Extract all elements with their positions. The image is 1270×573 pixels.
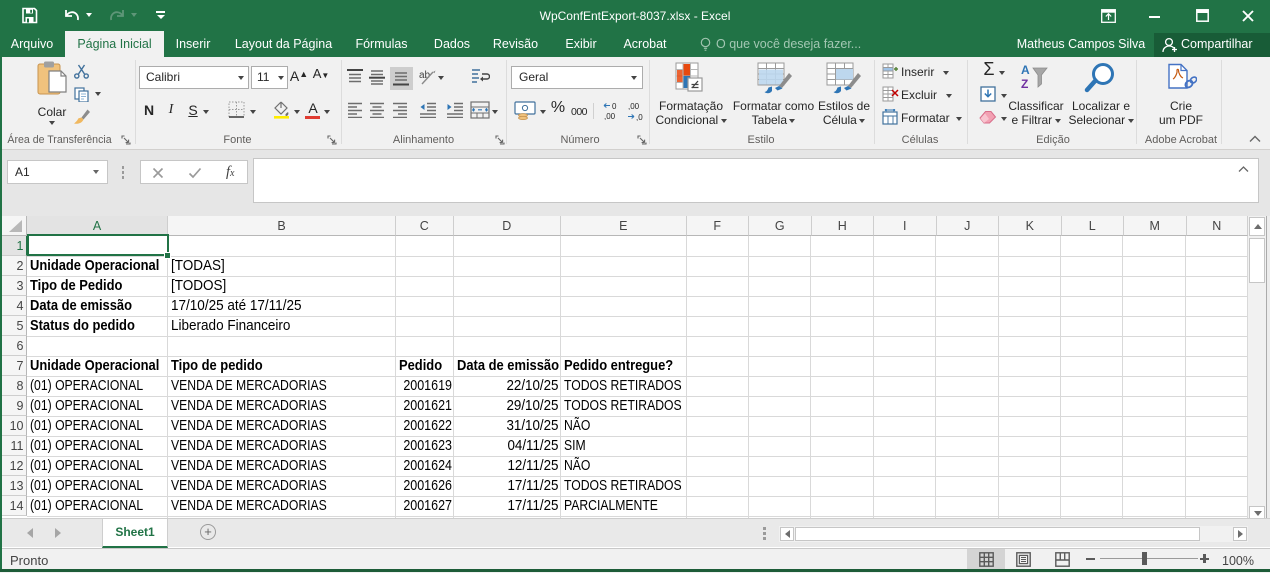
svg-text:,00: ,00 xyxy=(628,102,640,111)
svg-text:A: A xyxy=(1021,63,1030,77)
svg-text:,0: ,0 xyxy=(636,113,643,121)
svg-text:,00: ,00 xyxy=(604,112,616,121)
svg-text:ab: ab xyxy=(419,70,431,81)
svg-text:Z: Z xyxy=(1021,77,1028,91)
svg-text:0: 0 xyxy=(612,102,617,111)
